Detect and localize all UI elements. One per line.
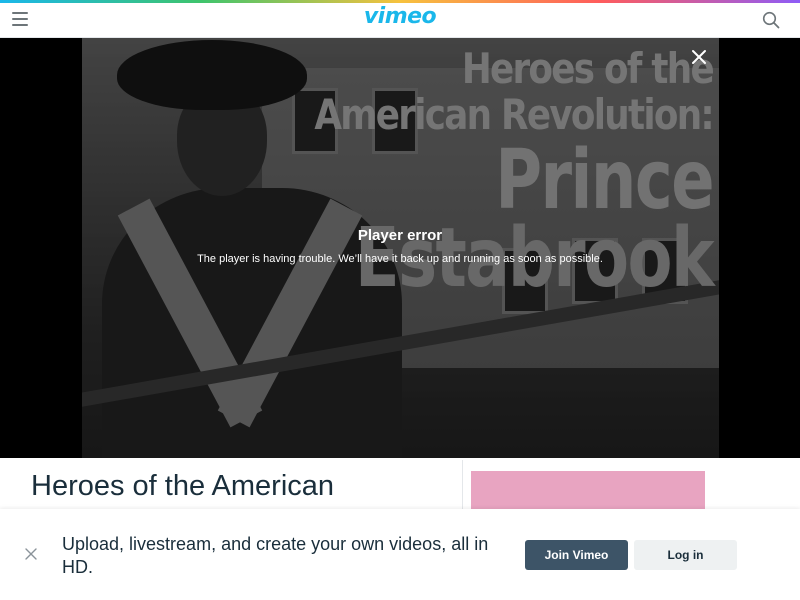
video-thumbnail: Heroes of the American Revolution: Princ…	[82, 38, 719, 458]
search-icon[interactable]	[762, 11, 780, 29]
close-icon[interactable]	[25, 548, 37, 560]
player-error-message: The player is having trouble. We’ll have…	[197, 253, 603, 265]
page: vimeo Heroes of the American Revolution:…	[0, 0, 800, 600]
join-vimeo-button[interactable]: Join Vimeo	[525, 540, 628, 570]
log-in-button[interactable]: Log in	[634, 540, 737, 570]
signup-message: Upload, livestream, and create your own …	[62, 534, 489, 577]
signup-banner: Upload, livestream, and create your own …	[0, 509, 800, 600]
error-dim-overlay	[82, 38, 719, 458]
video-title: Heroes of the American	[31, 470, 335, 502]
player-error-title: Player error	[357, 227, 443, 244]
top-header: vimeo	[0, 3, 800, 38]
close-icon[interactable]	[689, 47, 709, 67]
vimeo-logo[interactable]: vimeo	[0, 4, 800, 29]
